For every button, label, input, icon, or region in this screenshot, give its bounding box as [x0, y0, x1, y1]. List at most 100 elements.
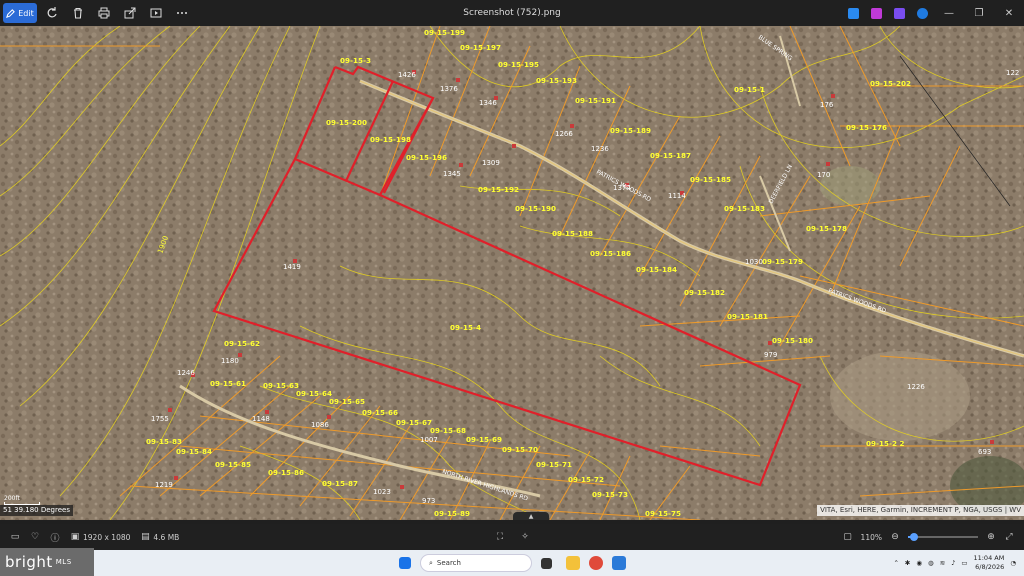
editor-app-icon[interactable] — [894, 7, 905, 19]
parcel-label: 09-15-67 — [396, 418, 432, 427]
chrome-icon[interactable] — [589, 556, 603, 570]
coordinate-readout: 51 39.180 Degrees — [0, 505, 73, 516]
print-icon[interactable] — [93, 2, 115, 24]
map-scale: 200ft — [4, 495, 40, 505]
zoom-in-icon[interactable]: ⊕ — [986, 532, 996, 542]
wifi-icon[interactable]: ≋ — [940, 559, 945, 567]
slideshow-icon[interactable] — [145, 2, 167, 24]
tray-app-icon[interactable]: ◍ — [928, 559, 934, 567]
address-label: 1023 — [373, 488, 391, 496]
parcel-label: 09-15-85 — [215, 460, 251, 469]
rotate-icon[interactable] — [41, 2, 63, 24]
address-label: 1148 — [252, 415, 270, 423]
info-icon[interactable]: ⓘ — [50, 532, 60, 544]
filmstrip-icon[interactable]: ▭ — [10, 532, 20, 542]
parcel-label: 09-15-198 — [370, 135, 411, 144]
address-label: 1246 — [177, 369, 195, 377]
address-label: 1007 — [420, 436, 438, 444]
map-attribution: VITA, Esri, HERE, Garmin, INCREMENT P, N… — [817, 505, 1024, 516]
parcel-label: 09-15-183 — [724, 204, 765, 213]
parcel-label: 09-15-180 — [772, 336, 813, 345]
designer-app-icon[interactable] — [848, 7, 859, 19]
address-label: 1309 — [482, 159, 500, 167]
parcel-label: 09-15-189 — [610, 126, 651, 135]
parcel-label: 09-15-68 — [430, 426, 466, 435]
filesize-icon: ▤ — [141, 532, 150, 542]
parcel-label: 09-15-185 — [690, 175, 731, 184]
tray-app-icon[interactable]: ◉ — [916, 559, 922, 567]
watermark-brand: bright — [5, 553, 53, 571]
parcel-label: 09-15-83 — [146, 437, 182, 446]
address-label: 693 — [978, 448, 991, 456]
address-label: 1266 — [555, 130, 573, 138]
fit-window-icon[interactable]: ▢ — [843, 532, 853, 542]
zoom-level[interactable]: 110% — [861, 533, 882, 542]
taskbar-search[interactable]: ⌕ Search — [420, 554, 532, 572]
delete-icon[interactable] — [67, 2, 89, 24]
filmstrip-toggle[interactable]: ▲ — [513, 512, 549, 520]
parcel-label: 09-15-191 — [575, 96, 616, 105]
parcel-label: 09-15-72 — [568, 475, 604, 484]
more-icon[interactable] — [171, 2, 193, 24]
parcel-label: 09-15-186 — [590, 249, 631, 258]
clock[interactable]: 11:04 AM 6/8/2026 — [973, 554, 1004, 572]
parcel-label: 09-15-75 — [645, 509, 681, 518]
parcel-label: 09-15-65 — [329, 397, 365, 406]
parcel-label: 09-15-2 2 — [866, 439, 904, 448]
zoom-slider[interactable] — [908, 533, 978, 541]
parcel-label: 09-15-202 — [870, 79, 911, 88]
enhance-icon[interactable]: ✧ — [520, 532, 530, 542]
image-viewer[interactable]: 09-15-3 09-15-199 09-15-197 09-15-195 09… — [0, 26, 1024, 520]
clipchamp-app-icon[interactable] — [871, 7, 882, 19]
parcel-label: 09-15-63 — [263, 381, 299, 390]
photos-app-icon[interactable] — [612, 556, 626, 570]
task-view-icon[interactable] — [541, 558, 552, 569]
watermark-suffix: MLS — [55, 558, 72, 566]
favorite-icon[interactable]: ♡ — [30, 532, 40, 542]
notification-icon[interactable]: ◔ — [1010, 559, 1016, 567]
parcel-label: 09-15-86 — [268, 468, 304, 477]
parcel-label: 09-15-188 — [552, 229, 593, 238]
zoom-out-icon[interactable]: ⊖ — [890, 532, 900, 542]
maximize-icon[interactable]: ❐ — [964, 0, 994, 26]
onedrive-icon[interactable] — [917, 7, 928, 19]
parcel-label: 09-15-69 — [466, 435, 502, 444]
chevron-up-icon[interactable]: ⌃ — [893, 559, 898, 567]
parcel-label: 09-15-61 — [210, 379, 246, 388]
parcel-label: 09-15-181 — [727, 312, 768, 321]
address-label: 122 — [1006, 69, 1019, 77]
address-label: 1226 — [907, 383, 925, 391]
parcel-label: 09-15-71 — [536, 460, 572, 469]
edit-button[interactable]: Edit — [3, 3, 37, 23]
volume-icon[interactable]: ♪ — [951, 559, 955, 567]
start-icon[interactable] — [399, 557, 411, 569]
fullscreen-icon[interactable]: ⤢ — [1004, 532, 1014, 542]
address-label: 979 — [764, 351, 777, 359]
address-label: 1236 — [591, 145, 609, 153]
close-icon[interactable]: ✕ — [994, 0, 1024, 26]
battery-icon[interactable]: ▭ — [961, 559, 967, 567]
address-label: 1180 — [221, 357, 239, 365]
address-label: 1219 — [155, 481, 173, 489]
address-label: 1345 — [443, 170, 461, 178]
parcel-label: 09-15-87 — [322, 479, 358, 488]
parcel-label: 09-15-190 — [515, 204, 556, 213]
address-label: 973 — [422, 497, 435, 505]
scale-label: 200ft — [4, 495, 20, 502]
file-size: 4.6 MB — [153, 532, 180, 542]
parcel-map: 09-15-3 09-15-199 09-15-197 09-15-195 09… — [0, 26, 1024, 520]
address-label: 1755 — [151, 415, 169, 423]
file-explorer-icon[interactable] — [566, 556, 580, 570]
status-bar: ▭ ♡ ⓘ ▣ 1920 x 1080 ▤ 4.6 MB ⛶ ✧ ▢ 110% … — [0, 524, 1024, 550]
edit-label: Edit — [18, 8, 34, 18]
address-label: 1419 — [283, 263, 301, 271]
crop-icon[interactable]: ⛶ — [495, 532, 505, 542]
minimize-icon[interactable]: — — [934, 0, 964, 26]
parcel-label: 09-15-62 — [224, 339, 260, 348]
share-icon[interactable] — [119, 2, 141, 24]
image-dimensions: 1920 x 1080 — [83, 532, 131, 542]
address-label: 1426 — [398, 71, 416, 79]
parcel-label: 09-15-178 — [806, 224, 847, 233]
zoom-slider-handle[interactable] — [909, 533, 918, 541]
bluetooth-icon[interactable]: ✱ — [905, 559, 910, 567]
